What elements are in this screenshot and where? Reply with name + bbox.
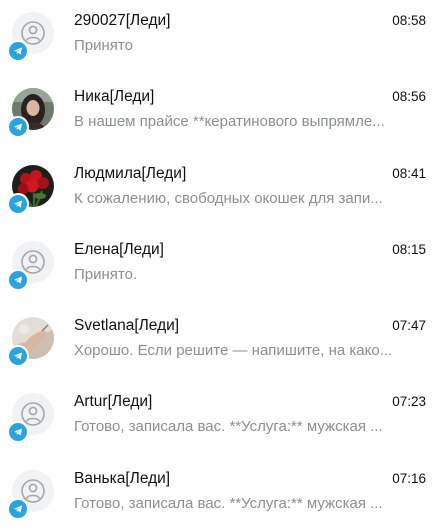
avatar xyxy=(7,88,54,139)
telegram-icon xyxy=(7,116,29,139)
avatar xyxy=(7,164,54,215)
avatar xyxy=(7,12,54,62)
telegram-icon xyxy=(7,345,29,368)
chat-time: 08:58 xyxy=(392,13,426,28)
chat-preview: К сожалению, свободных окошек для запи..… xyxy=(74,189,383,207)
telegram-icon xyxy=(7,192,29,215)
chat-time: 07:16 xyxy=(392,470,426,486)
avatar xyxy=(7,317,54,368)
chat-time: 08:41 xyxy=(392,165,426,181)
chat-preview: Принято. xyxy=(74,265,138,283)
chat-name: Людмила[Леди] xyxy=(74,164,187,182)
chat-time: 08:15 xyxy=(392,241,426,257)
chat-preview: Хорошо. Если решите — напишите, на како.… xyxy=(74,342,393,360)
chat-item[interactable]: Людмила[Леди] 08:41 К сожалению, свободн… xyxy=(0,151,443,227)
avatar xyxy=(7,469,54,520)
chat-list: 290027[Леди] 08:58 Принято Ника[Леди] 08… xyxy=(0,0,443,532)
chat-name: 290027[Леди] xyxy=(74,12,171,29)
chat-preview: Готово, записала вас. **Услуга:** мужска… xyxy=(74,418,383,436)
chat-time: 08:56 xyxy=(392,89,426,105)
chat-name: Елена[Леди] xyxy=(74,240,164,258)
chat-time: 07:23 xyxy=(392,394,426,410)
chat-preview: Готово, записала вас. **Услуга:** мужска… xyxy=(74,494,383,512)
avatar xyxy=(7,393,54,444)
chat-item[interactable]: 290027[Леди] 08:58 Принято xyxy=(0,0,443,74)
telegram-icon xyxy=(7,421,29,444)
telegram-icon xyxy=(7,268,29,291)
chat-time: 07:47 xyxy=(392,318,426,334)
chat-name: Svetlana[Леди] xyxy=(74,317,180,335)
chat-item[interactable]: Artur[Леди] 07:23 Готово, записала вас. … xyxy=(0,379,443,455)
telegram-icon xyxy=(7,497,29,520)
chat-item[interactable]: Ника[Леди] 08:56 В нашем прайсе **керати… xyxy=(0,74,443,150)
chat-name: Ванька[Леди] xyxy=(74,469,171,487)
chat-name: Artur[Леди] xyxy=(74,393,153,411)
chat-item[interactable]: Елена[Леди] 08:15 Принято. xyxy=(0,227,443,303)
chat-item[interactable]: Ванька[Леди] 07:16 Готово, записала вас.… xyxy=(0,456,443,532)
chat-item[interactable]: Svetlana[Леди] 07:47 Хорошо. Если решите… xyxy=(0,303,443,379)
avatar xyxy=(7,240,54,291)
chat-preview: Принято xyxy=(74,37,133,54)
telegram-icon xyxy=(7,40,29,62)
chat-preview: В нашем прайсе **кератинового выпрямле..… xyxy=(74,113,385,131)
chat-name: Ника[Леди] xyxy=(74,88,155,106)
